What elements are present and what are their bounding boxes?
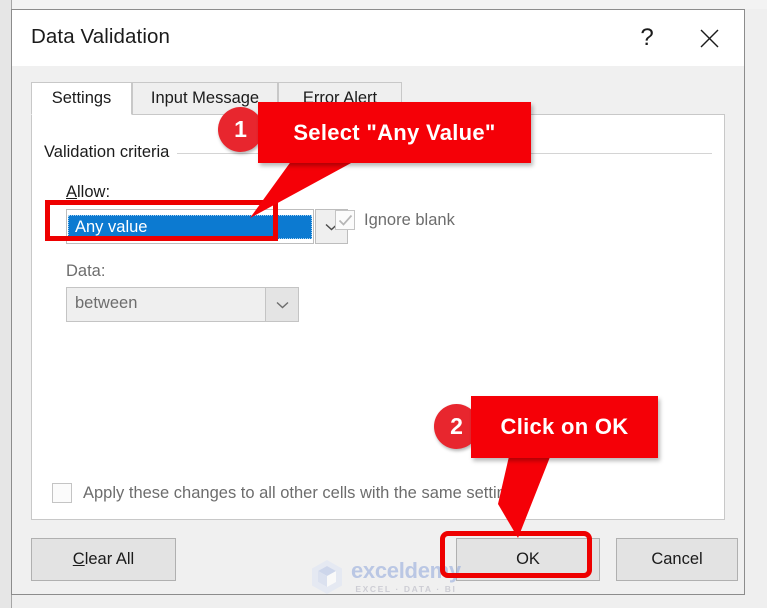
backdrop-top-strip bbox=[0, 0, 767, 9]
help-button[interactable]: ? bbox=[620, 10, 674, 66]
data-label: Data: bbox=[66, 262, 106, 280]
clear-all-accesskey: C bbox=[72, 550, 85, 568]
data-validation-dialog: Data Validation ? Settings Input Message… bbox=[11, 9, 745, 595]
allow-selected-value: Any value bbox=[68, 215, 312, 239]
screen-background: Data Validation ? Settings Input Message… bbox=[0, 0, 767, 608]
settings-tab-panel: Validation criteria Allow: Any value Ign… bbox=[31, 114, 725, 520]
ignore-blank-checkbox[interactable] bbox=[335, 210, 355, 230]
data-dropdown-arrow-button bbox=[265, 288, 298, 321]
ignore-blank-row[interactable]: Ignore blank bbox=[335, 210, 455, 230]
cancel-button[interactable]: Cancel bbox=[616, 538, 738, 581]
question-mark-icon: ? bbox=[640, 24, 654, 51]
ignore-blank-label: Ignore blank bbox=[364, 210, 455, 229]
apply-all-row: Apply these changes to all other cells w… bbox=[52, 483, 523, 503]
ok-button-label: OK bbox=[516, 550, 540, 568]
dialog-title: Data Validation bbox=[31, 25, 171, 48]
tab-error-alert-label: Error Alert bbox=[302, 89, 378, 107]
exceldemy-watermark: exceldemy EXCEL · DATA · BI bbox=[310, 557, 495, 597]
apply-all-label: Apply these changes to all other cells w… bbox=[83, 483, 524, 502]
clear-all-label-rest: lear All bbox=[84, 550, 135, 568]
chevron-down-icon bbox=[276, 301, 288, 308]
clear-all-label: Clear All bbox=[73, 550, 134, 569]
watermark-brand: exceldemy bbox=[351, 558, 461, 584]
clear-all-button[interactable]: Clear All bbox=[31, 538, 176, 581]
close-icon bbox=[700, 29, 718, 47]
apply-all-checkbox bbox=[52, 483, 72, 503]
allow-label-rest: llow: bbox=[77, 183, 111, 201]
hexagon-cube-logo-icon bbox=[312, 560, 342, 594]
tab-input-message-label: Input Message bbox=[150, 89, 260, 107]
allow-dropdown[interactable]: Any value bbox=[66, 209, 314, 244]
close-button[interactable] bbox=[682, 10, 736, 66]
data-dropdown: between bbox=[66, 287, 299, 322]
watermark-text: exceldemy EXCEL · DATA · BI bbox=[351, 560, 461, 594]
allow-label: Allow: bbox=[66, 183, 110, 202]
cancel-button-label: Cancel bbox=[651, 550, 703, 568]
validation-criteria-label: Validation criteria bbox=[44, 143, 178, 162]
watermark-tagline: EXCEL · DATA · BI bbox=[355, 584, 457, 595]
tab-error-alert[interactable]: Error Alert bbox=[278, 82, 402, 115]
data-selected-value: between bbox=[75, 294, 138, 312]
dialog-title-bar: Data Validation ? bbox=[12, 10, 744, 66]
checkmark-icon bbox=[338, 214, 353, 226]
tab-settings-label: Settings bbox=[51, 89, 112, 107]
tab-settings[interactable]: Settings bbox=[31, 82, 132, 115]
allow-label-accesskey: A bbox=[66, 183, 78, 201]
tab-strip: Settings Input Message Error Alert bbox=[31, 82, 731, 115]
tab-input-message[interactable]: Input Message bbox=[132, 82, 278, 115]
